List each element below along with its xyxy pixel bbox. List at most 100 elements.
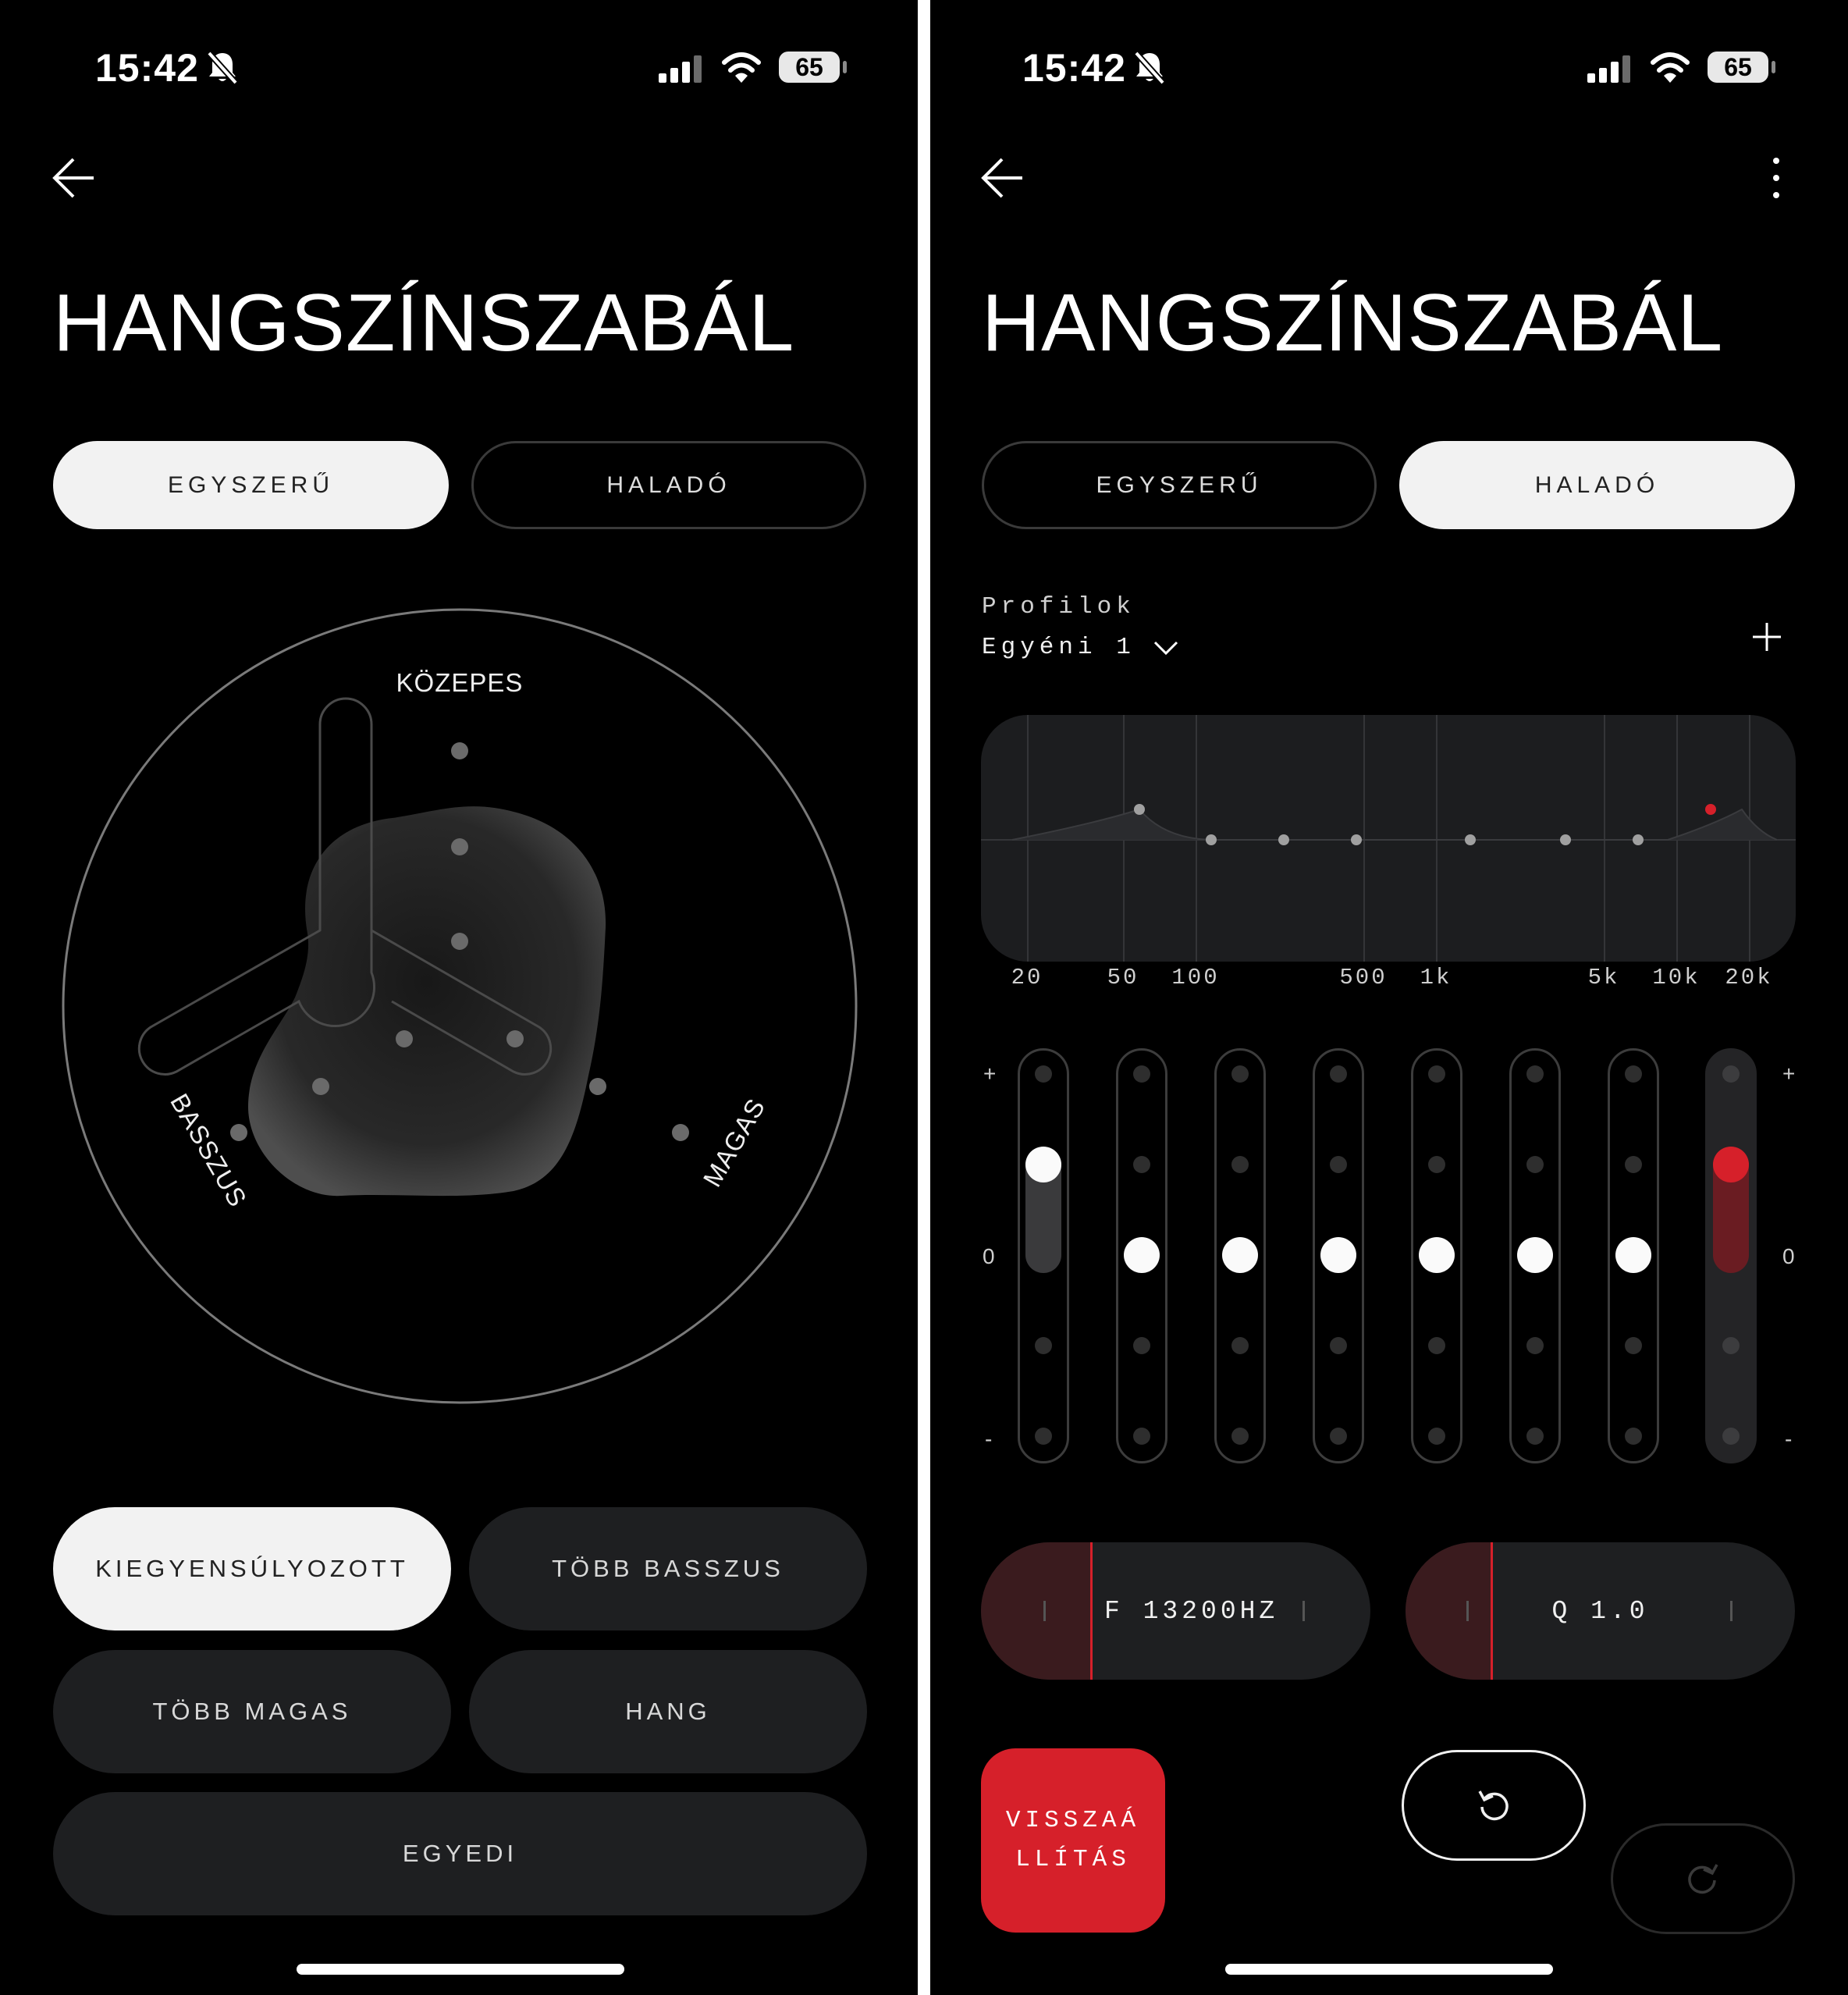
- slider-step-dot: [1428, 1065, 1445, 1083]
- scale-minus-left: -: [985, 1427, 993, 1451]
- freq-axis-label: 100: [1171, 965, 1220, 990]
- scale-zero-right: 0: [1782, 1244, 1795, 1268]
- slider-step-dot: [1231, 1156, 1249, 1173]
- q-value: Q 1.0: [1551, 1596, 1649, 1626]
- slider-step-dot: [1133, 1156, 1150, 1173]
- slider-step-dot: [1035, 1428, 1052, 1445]
- scale-plus-left: +: [983, 1062, 997, 1086]
- wifi-icon: [1651, 52, 1690, 83]
- scale-minus-right: -: [1785, 1427, 1793, 1451]
- slider-step-dot: [1722, 1065, 1740, 1083]
- band-slider[interactable]: [1116, 1048, 1167, 1463]
- reset-button-label: VISSZAÁ LLÍTÁS: [1005, 1807, 1141, 1873]
- redo-icon: [1688, 1864, 1718, 1894]
- slider-step-dot: [1526, 1337, 1544, 1354]
- band-slider[interactable]: [1313, 1048, 1364, 1463]
- slider-step-dot: [1526, 1156, 1544, 1173]
- slider-step-dot: [1330, 1428, 1347, 1445]
- slider-knob[interactable]: [1615, 1237, 1651, 1273]
- slider-knob[interactable]: [1222, 1237, 1258, 1273]
- slider-step-dot: [1428, 1156, 1445, 1173]
- preset-custom[interactable]: EGYEDI: [53, 1792, 867, 1915]
- frequency-control-tick: [1043, 1601, 1046, 1621]
- slider-step-dot: [1625, 1337, 1642, 1354]
- slider-knob[interactable]: [1713, 1147, 1749, 1182]
- slider-knob[interactable]: [1124, 1237, 1160, 1273]
- band-slider[interactable]: [1018, 1048, 1069, 1463]
- profile-name: Egyéni 1: [982, 634, 1135, 661]
- cellular-signal-icon: [1587, 55, 1630, 83]
- slider-step-dot: [1330, 1156, 1347, 1173]
- preset-balanced[interactable]: KIEGYENSÚLYOZOTT: [53, 1507, 451, 1630]
- slider-step-dot: [1526, 1065, 1544, 1083]
- frequency-control[interactable]: F 13200HZ: [981, 1542, 1370, 1680]
- scale-plus-right: +: [1782, 1062, 1796, 1086]
- freq-axis-label: 20k: [1725, 965, 1773, 990]
- battery-level: 65: [795, 52, 823, 81]
- tab-simple[interactable]: EGYSZERŰ: [982, 441, 1377, 529]
- slider-step-dot: [1330, 1065, 1347, 1083]
- slider-step-dot: [1722, 1337, 1740, 1354]
- slider-step-dot: [1035, 1065, 1052, 1083]
- home-indicator[interactable]: [1225, 1964, 1553, 1975]
- freq-axis-label: 50: [1107, 965, 1139, 990]
- slider-knob[interactable]: [1320, 1237, 1356, 1273]
- band-slider[interactable]: [1214, 1048, 1266, 1463]
- slider-step-dot: [1625, 1156, 1642, 1173]
- slider-step-dot: [1625, 1428, 1642, 1445]
- page-title: HANGSZÍNSZABÁL: [53, 278, 795, 368]
- battery-cap: [1772, 61, 1775, 73]
- slider-step-dot: [1231, 1065, 1249, 1083]
- band-slider[interactable]: [1608, 1048, 1659, 1463]
- chevron-down-icon: [1153, 641, 1178, 655]
- q-control[interactable]: Q 1.0: [1406, 1542, 1795, 1680]
- undo-icon: [1478, 1791, 1509, 1821]
- back-arrow-icon[interactable]: [50, 155, 97, 201]
- reset-button[interactable]: VISSZAÁ LLÍTÁS: [981, 1748, 1165, 1933]
- slider-step-dot: [1625, 1065, 1642, 1083]
- freq-axis-label: 5k: [1587, 965, 1620, 990]
- dial-label-mid: KÖZEPES: [396, 668, 524, 697]
- tab-simple[interactable]: EGYSZERŰ: [53, 441, 449, 529]
- tab-advanced[interactable]: HALADÓ: [471, 441, 866, 529]
- freq-axis-label: 20: [1011, 965, 1043, 990]
- tab-advanced[interactable]: HALADÓ: [1399, 441, 1795, 529]
- slider-step-dot: [1133, 1337, 1150, 1354]
- freq-axis-label: 1k: [1420, 965, 1452, 990]
- slider-step-dot: [1330, 1337, 1347, 1354]
- muted-bell-icon: [207, 51, 238, 85]
- battery-indicator: 65: [1708, 52, 1768, 83]
- slider-step-dot: [1133, 1428, 1150, 1445]
- home-indicator[interactable]: [297, 1964, 624, 1975]
- cellular-signal-icon: [659, 55, 702, 83]
- scale-zero-left: 0: [983, 1244, 995, 1268]
- slider-step-dot: [1231, 1428, 1249, 1445]
- frequency-control-indicator: [1090, 1542, 1093, 1680]
- profiles-label: Profilok: [982, 593, 1135, 621]
- slider-step-dot: [1526, 1428, 1544, 1445]
- band-slider[interactable]: [1705, 1048, 1757, 1463]
- battery-cap: [843, 61, 847, 73]
- slider-knob[interactable]: [1517, 1237, 1553, 1273]
- frequency-value: F 13200HZ: [1104, 1596, 1279, 1626]
- status-time: 15:42: [1022, 46, 1126, 90]
- preset-more-bass[interactable]: TÖBB BASSZUS: [469, 1507, 867, 1630]
- profile-selector[interactable]: Egyéni 1: [982, 634, 1179, 661]
- battery-indicator: 65: [779, 52, 840, 83]
- redo-button[interactable]: [1611, 1823, 1795, 1934]
- slider-step-dot: [1722, 1428, 1740, 1445]
- slider-step-dot: [1428, 1428, 1445, 1445]
- simple-eq-screen: 15:42 65 HANGSZÍNSZABÁL EGYSZERŰ HALADÓ: [0, 0, 918, 1995]
- slider-knob[interactable]: [1025, 1147, 1061, 1182]
- preset-more-treble[interactable]: TÖBB MAGAS: [53, 1650, 451, 1773]
- undo-button[interactable]: [1402, 1750, 1586, 1861]
- back-arrow-icon[interactable]: [979, 155, 1025, 201]
- preset-voice[interactable]: HANG: [469, 1650, 867, 1773]
- band-slider[interactable]: [1509, 1048, 1561, 1463]
- slider-knob[interactable]: [1419, 1237, 1455, 1273]
- add-profile-icon[interactable]: [1751, 621, 1782, 653]
- tone-dial[interactable]: KÖZEPES BASSZUS MAGAS: [61, 607, 858, 1405]
- frequency-control-fill: [981, 1542, 1091, 1680]
- more-options-icon[interactable]: [1768, 155, 1784, 201]
- band-slider[interactable]: [1411, 1048, 1462, 1463]
